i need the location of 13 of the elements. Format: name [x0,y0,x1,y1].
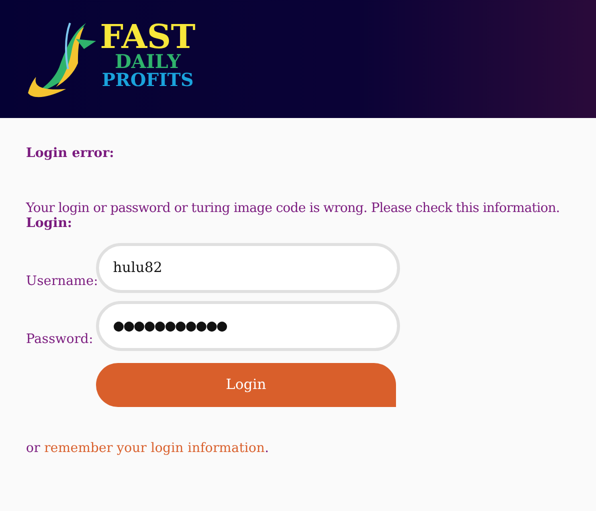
footer-text: or remember your login information. [26,441,269,456]
form-heading: Login: [26,216,72,231]
login-button[interactable]: Login [96,363,396,407]
field-label: Password: [26,332,94,349]
logo-text: PROFITS [102,72,194,90]
logo-text: FAST [100,20,196,53]
logo-text: DAILY [114,53,181,72]
username-field[interactable]: hulu82 [96,243,400,293]
error-heading: Login error: [26,146,114,161]
remember-link[interactable]: remember your login information [44,441,265,456]
password-field[interactable]: ●●●●●●●●●●● [96,301,400,351]
error-message: Your login or password or turing image code is wrong. Please check this information. [26,201,561,216]
field-label: Username: [26,274,96,291]
